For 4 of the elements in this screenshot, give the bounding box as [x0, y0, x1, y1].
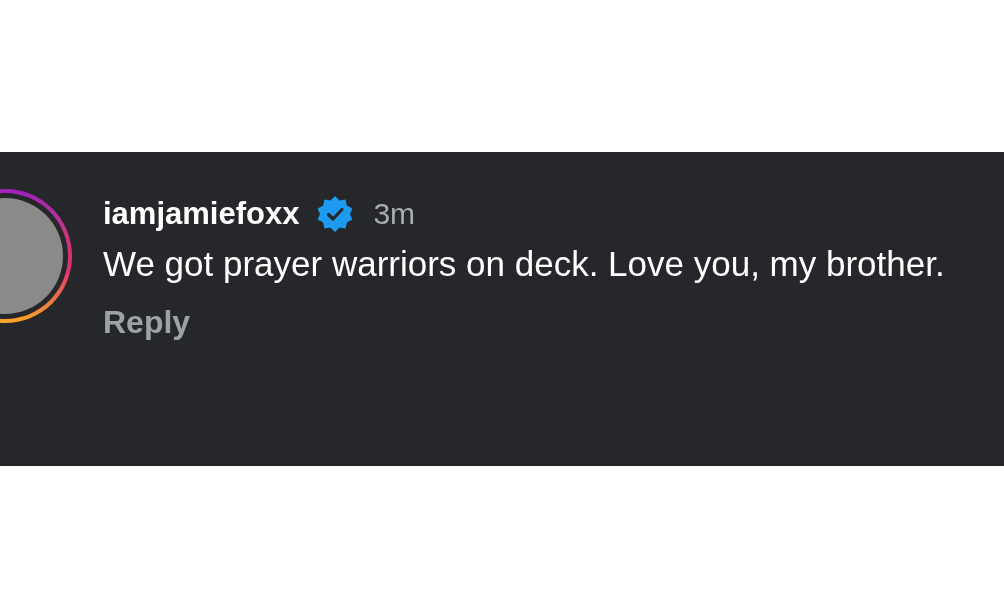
reply-link[interactable]: Reply	[103, 300, 191, 344]
comment-text: We got prayer warriors on deck. Love you, my brother.	[103, 243, 946, 285]
username[interactable]: iamjamiefoxx	[103, 192, 300, 236]
timestamp: 3m	[373, 196, 416, 232]
